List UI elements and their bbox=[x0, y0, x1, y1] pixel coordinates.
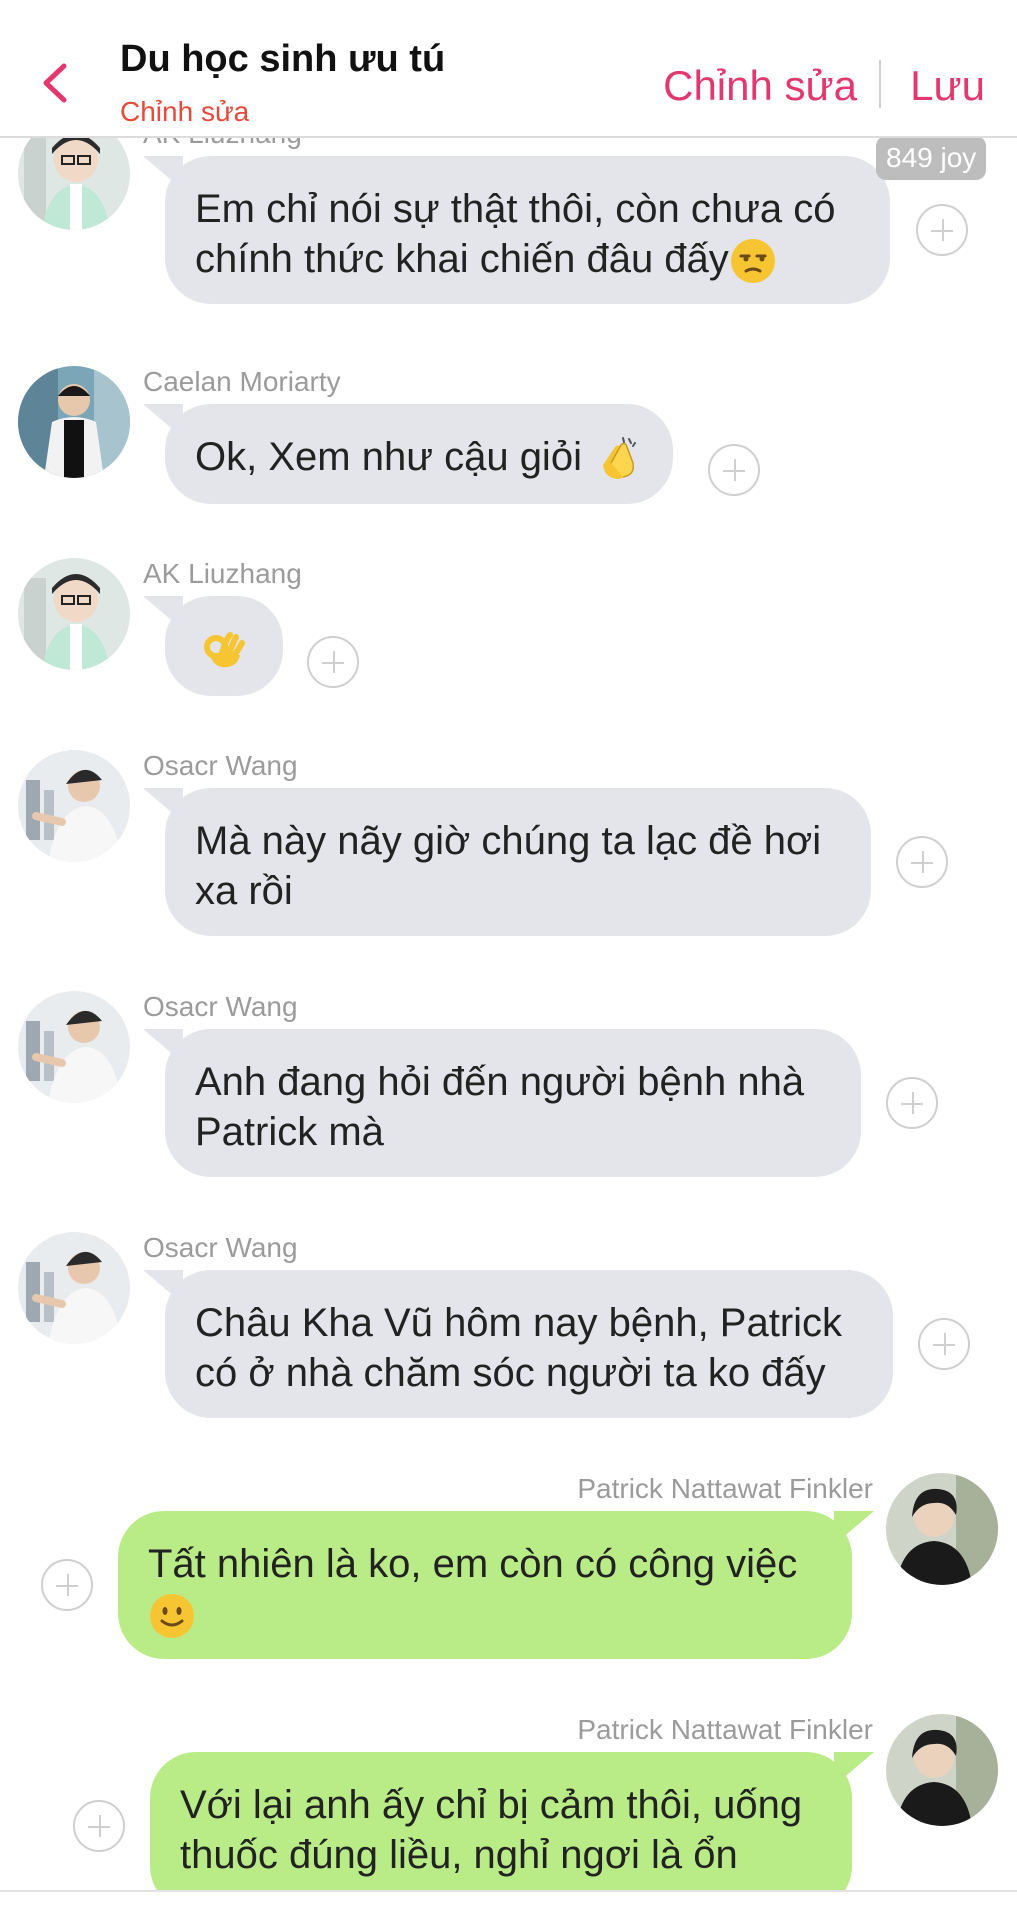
avatar[interactable] bbox=[18, 558, 130, 670]
edit-button[interactable]: Chỉnh sửa bbox=[663, 62, 857, 110]
avatar-photo-icon bbox=[18, 1232, 130, 1344]
message-text-line-2: chính thức khai chiến đâu đấy bbox=[195, 234, 860, 285]
slightly-smiling-face-icon bbox=[150, 1594, 194, 1639]
avatar-photo-icon bbox=[18, 991, 130, 1103]
message-bubble[interactable]: Ok, Xem như cậu giỏi bbox=[165, 404, 674, 504]
message-row: Caelan Moriarty Ok, Xem như cậu giỏi bbox=[0, 366, 1017, 526]
avatar-photo-icon bbox=[18, 558, 130, 670]
message-text: Với lại anh ấy chỉ bị cảm thôi, uống bbox=[180, 1783, 803, 1827]
sender-name: AK Liuzhang bbox=[143, 558, 302, 589]
message-text: Châu Kha Vũ hôm nay bệnh, Patrick bbox=[195, 1301, 843, 1345]
message-text: chính thức khai chiến đâu đấy bbox=[195, 237, 729, 281]
avatar[interactable] bbox=[886, 1473, 998, 1585]
message-text-line-2 bbox=[148, 1589, 822, 1640]
message-text: Mà này nãy giờ chúng ta lạc đề hơi bbox=[195, 819, 822, 863]
message-row: Osacr Wang Mà này nãy giờ chúng ta lạc đ… bbox=[0, 750, 1017, 950]
avatar-photo-icon bbox=[18, 750, 130, 862]
unamused-face-icon bbox=[730, 239, 775, 284]
avatar[interactable] bbox=[18, 138, 130, 230]
message-bubble[interactable]: Em chỉ nói sự thật thôi, còn chưa có chí… bbox=[165, 156, 890, 304]
add-reaction-button[interactable] bbox=[41, 1559, 93, 1611]
message-text: Em chỉ nói sự thật thôi, còn chưa có bbox=[195, 187, 836, 231]
message-bubble[interactable]: Châu Kha Vũ hôm nay bệnh, Patrick có ở n… bbox=[165, 1270, 893, 1418]
sender-name: Patrick Nattawat Finkler bbox=[577, 1714, 873, 1745]
chat-header: Du học sinh ưu tú Chỉnh sửa Chỉnh sửa Lư… bbox=[0, 0, 1017, 138]
message-bubble[interactable]: Tất nhiên là ko, em còn có công việc bbox=[118, 1511, 852, 1659]
sender-name: Patrick Nattawat Finkler bbox=[577, 1473, 873, 1504]
message-text: Anh đang hỏi đến người bệnh nhà bbox=[195, 1060, 805, 1104]
save-button[interactable]: Lưu bbox=[910, 62, 985, 110]
add-reaction-button[interactable] bbox=[896, 836, 948, 888]
add-reaction-button[interactable] bbox=[73, 1800, 125, 1852]
message-row: Patrick Nattawat Finkler Với lại anh ấy … bbox=[0, 1714, 1017, 1890]
message-row: Osacr Wang Châu Kha Vũ hôm nay bệnh, Pat… bbox=[0, 1232, 1017, 1432]
joy-badge: 849 joy bbox=[876, 138, 987, 180]
message-bubble[interactable]: Với lại anh ấy chỉ bị cảm thôi, uống thu… bbox=[150, 1752, 852, 1890]
message-bubble[interactable]: Anh đang hỏi đến người bệnh nhà Patrick … bbox=[165, 1029, 861, 1177]
message-text: Ok, Xem như cậu giỏi bbox=[195, 435, 582, 479]
add-reaction-button[interactable] bbox=[916, 204, 968, 256]
avatar[interactable] bbox=[18, 366, 130, 478]
avatar-photo-icon bbox=[886, 1473, 998, 1585]
message-row: AK Liuzhang bbox=[0, 558, 1017, 718]
add-reaction-button[interactable] bbox=[307, 636, 359, 688]
avatar[interactable] bbox=[886, 1714, 998, 1826]
sender-name: Osacr Wang bbox=[143, 1232, 298, 1263]
chat-title: Du học sinh ưu tú bbox=[120, 38, 446, 80]
chat-subtitle[interactable]: Chỉnh sửa bbox=[120, 96, 249, 128]
avatar-photo-icon bbox=[18, 138, 130, 230]
message-text: có ở nhà chăm sóc người ta ko đấy bbox=[195, 1351, 826, 1395]
avatar[interactable] bbox=[18, 750, 130, 862]
avatar[interactable] bbox=[18, 1232, 130, 1344]
message-text: Tất nhiên là ko, em còn có công việc bbox=[148, 1542, 798, 1586]
add-reaction-button[interactable] bbox=[886, 1077, 938, 1129]
chevron-left-icon bbox=[43, 63, 67, 103]
avatar-photo-icon bbox=[18, 366, 130, 478]
message-row: Patrick Nattawat Finkler Tất nhiên là ko… bbox=[0, 1473, 1017, 1673]
add-reaction-button[interactable] bbox=[918, 1318, 970, 1370]
message-bubble[interactable]: Mà này nãy giờ chúng ta lạc đề hơi xa rồ… bbox=[165, 788, 871, 936]
avatar[interactable] bbox=[18, 991, 130, 1103]
sender-name: Osacr Wang bbox=[143, 991, 298, 1022]
chat-thread: AK Liuzhang Em chỉ nói sự thật thôi, còn… bbox=[0, 138, 1017, 1890]
back-button[interactable] bbox=[36, 58, 76, 108]
composer-bar-top bbox=[0, 1890, 1017, 1920]
sender-name: Osacr Wang bbox=[143, 750, 298, 781]
clapping-hands-icon bbox=[603, 437, 637, 480]
message-bubble[interactable] bbox=[165, 596, 283, 696]
sender-name: AK Liuzhang bbox=[143, 138, 302, 150]
message-text: Patrick mà bbox=[195, 1110, 384, 1154]
message-row: AK Liuzhang Em chỉ nói sự thật thôi, còn… bbox=[0, 138, 1017, 348]
message-text: xa rồi bbox=[195, 869, 293, 913]
message-row: Osacr Wang Anh đang hỏi đến người bệnh n… bbox=[0, 991, 1017, 1191]
ok-hand-icon bbox=[204, 632, 245, 668]
add-reaction-button[interactable] bbox=[708, 444, 760, 496]
message-text: thuốc đúng liều, nghỉ ngơi là ổn bbox=[180, 1833, 738, 1877]
sender-name: Caelan Moriarty bbox=[143, 366, 341, 397]
avatar-photo-icon bbox=[886, 1714, 998, 1826]
header-divider bbox=[879, 60, 881, 108]
